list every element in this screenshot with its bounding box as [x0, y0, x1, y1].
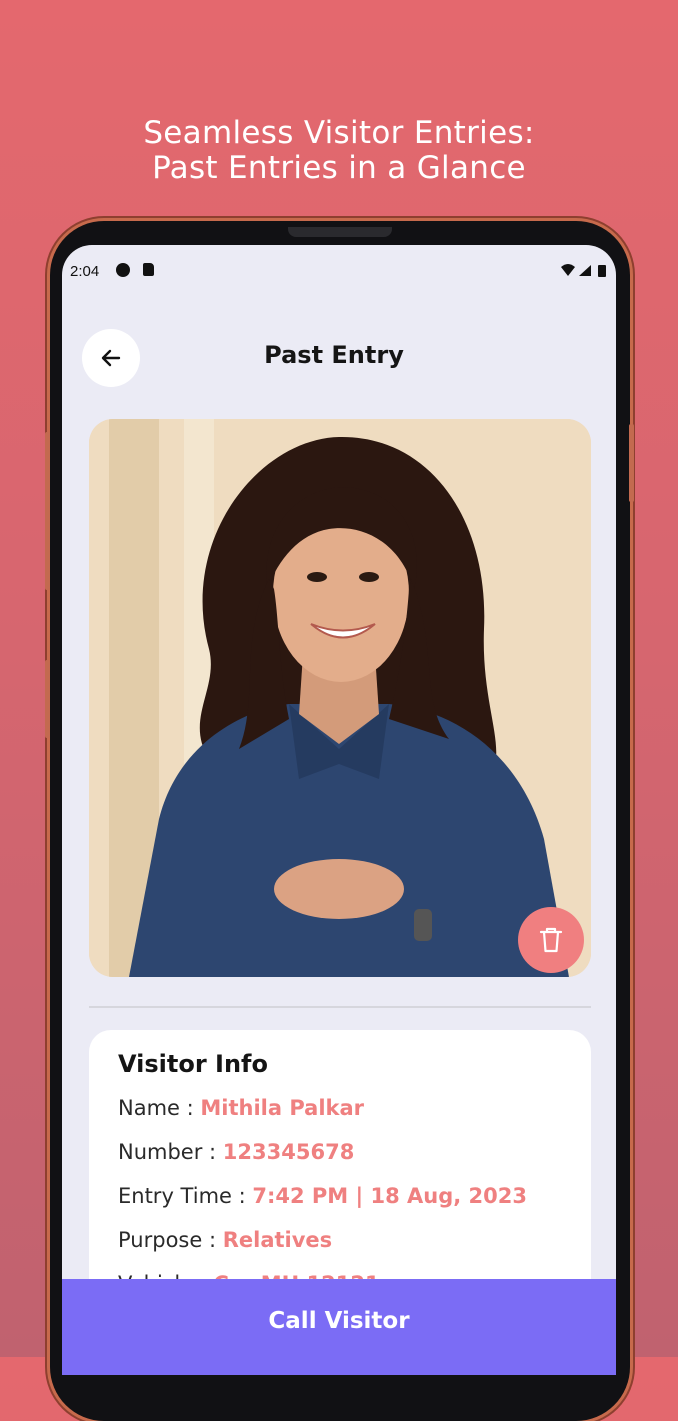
phone-side-button: [45, 660, 50, 738]
headline-line-1: Seamless Visitor Entries:: [143, 115, 535, 151]
entry-time-label: Entry Time :: [118, 1184, 253, 1208]
page-title: Past Entry: [264, 341, 404, 369]
phone-notch: [288, 227, 392, 237]
delete-button[interactable]: [518, 907, 584, 973]
visitor-name-value: Mithila Palkar: [200, 1096, 365, 1120]
signal-icon: [561, 264, 606, 277]
status-bar: 2:04: [62, 259, 616, 283]
purpose-label: Purpose :: [118, 1228, 223, 1252]
visitor-number-label: Number :: [118, 1140, 223, 1164]
entry-time-row: Entry Time : 7:42 PM | 18 Aug, 2023: [118, 1184, 527, 1208]
visitor-name-row: Name : Mithila Palkar: [118, 1096, 364, 1120]
section-divider: [89, 1006, 591, 1008]
headline-line-2: Past Entries in a Glance: [152, 150, 526, 186]
visitor-name-label: Name :: [118, 1096, 201, 1120]
visitor-photo: [89, 419, 591, 977]
visitor-number-row: Number : 123345678: [118, 1140, 354, 1164]
visitor-info-title: Visitor Info: [118, 1050, 268, 1078]
visitor-number-value: 123345678: [222, 1140, 355, 1164]
entry-time-value: 7:42 PM | 18 Aug, 2023: [252, 1184, 528, 1208]
visitor-photo-illustration: [89, 419, 591, 977]
data-saver-icon: [116, 263, 130, 277]
call-visitor-button[interactable]: Call Visitor: [62, 1279, 616, 1375]
purpose-row: Purpose : Relatives: [118, 1228, 332, 1252]
app-screen: 2:04 Past Entry Visitor Info Name: Mith…: [62, 245, 616, 1375]
status-time: 2:04: [70, 263, 100, 280]
promo-headline: Seamless Visitor Entries: Past Entries i…: [0, 116, 678, 186]
trash-icon: [539, 927, 563, 953]
phone-side-button: [629, 424, 634, 502]
sd-card-icon: [143, 263, 154, 276]
phone-side-button: [45, 432, 50, 590]
purpose-value: Relatives: [222, 1228, 333, 1252]
